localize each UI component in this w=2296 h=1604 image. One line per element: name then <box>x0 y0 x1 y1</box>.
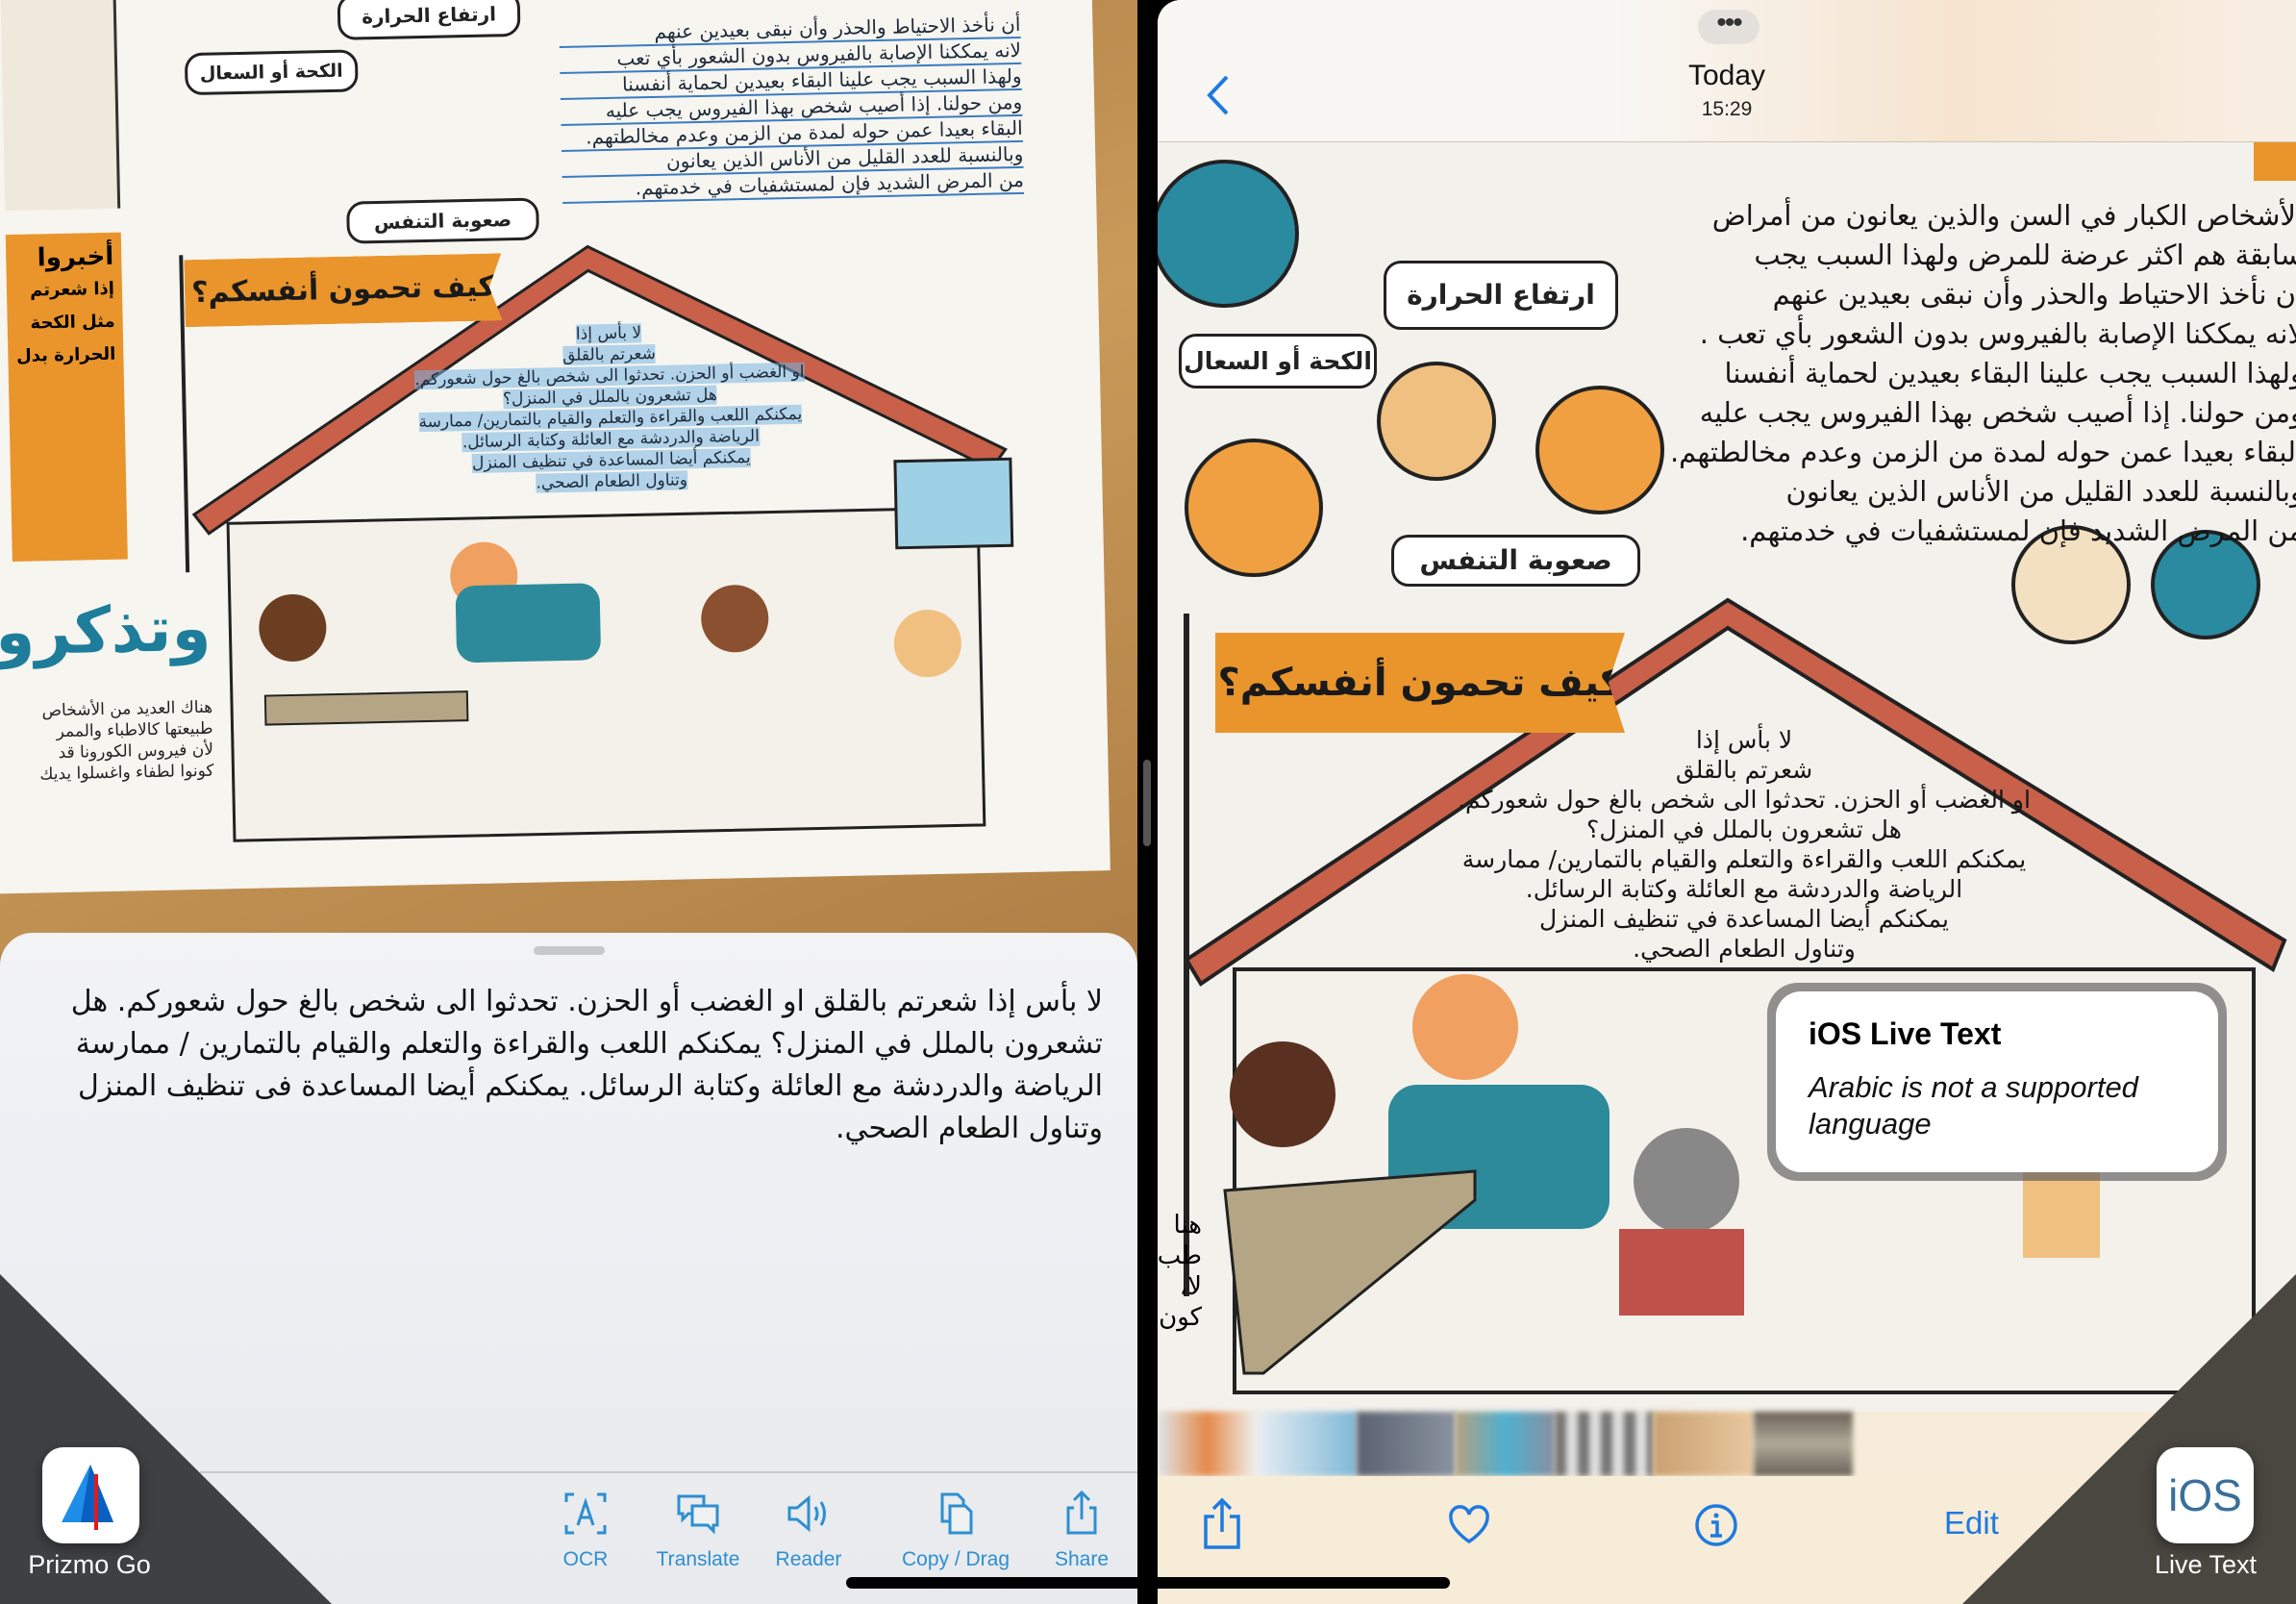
thumbnail[interactable] <box>1455 1412 1556 1476</box>
translate-icon <box>677 1494 719 1535</box>
copy-drag-button[interactable]: Copy / Drag <box>893 1481 1018 1571</box>
prizmo-go-app-icon <box>42 1447 139 1543</box>
detected-text-block: لا بأس إذا شعرتم بالقلق او الغضب أو الحز… <box>383 318 838 497</box>
photo-time: 15:29 <box>1701 98 1753 120</box>
back-chevron-icon[interactable] <box>1204 73 1233 117</box>
thumbnail[interactable] <box>1257 1412 1357 1476</box>
popup-message: Arabic is not a supported language <box>1809 1070 2138 1140</box>
text-line: وتناول الطعام الصحي. <box>536 470 688 493</box>
thumbnail[interactable] <box>1753 1412 1853 1476</box>
text-line: طب <box>1158 1241 1202 1270</box>
text-line: لا بأس إذا <box>1695 726 1793 754</box>
speech-bubble-fever: ارتفاع الحرارة <box>1384 261 1618 330</box>
text-line: البقاء بعيدا عمن حوله لمدة من الزمن وعدم… <box>1669 436 2296 468</box>
text-line: وتناول الطعام الصحي. <box>1633 935 1856 963</box>
photos-nav-bar: ••• Today 15:29 <box>1158 0 2296 142</box>
reader-button[interactable]: Reader <box>756 1481 861 1571</box>
thumbnail[interactable] <box>1356 1412 1456 1476</box>
split-view-handle[interactable] <box>1143 760 1151 846</box>
text-line: شعرتم بالقلق <box>1675 756 1813 784</box>
share-icon <box>1066 1491 1097 1535</box>
highlighted-paragraph: أن نأخذ الاحتياط والحذر وأن نبقى بعيدين … <box>559 12 1025 204</box>
photo-date: Today <box>1687 60 1766 91</box>
text-line: ولهذا السبب يجب علينا البقاء بعيدين لحما… <box>1724 357 2296 389</box>
text-line: الرياضة والدردشة مع العائلة وكتابة الرسا… <box>1525 875 1963 903</box>
thumbnail[interactable] <box>1555 1412 1655 1476</box>
banner-title: كيف تحمون أنفسكم؟ <box>184 253 502 327</box>
heart-icon[interactable] <box>1448 1505 1490 1545</box>
text-line: لا، <box>1179 1272 1202 1301</box>
text-line: هل تشعرون بالملل في المنزل؟ <box>1586 815 1902 843</box>
ocr-icon <box>564 1492 607 1535</box>
text-line: شعرتم بالقلق <box>562 343 657 365</box>
info-icon[interactable] <box>1694 1503 1738 1547</box>
share-button[interactable]: Share <box>1029 1481 1135 1571</box>
document-page: أخبروا إذا شعرتم مثل الكحة الحرارة بدل و… <box>0 0 1111 894</box>
edit-button[interactable]: Edit <box>1944 1505 1999 1541</box>
text-line: لا بأس إذا <box>575 323 642 344</box>
live-text-label: Live Text <box>2154 1550 2258 1579</box>
text-line: كون <box>1159 1303 1202 1332</box>
photo-view: الأشخاص الكبار في السن والذين يعانون من … <box>1158 142 2296 1412</box>
popup-title: iOS Live Text <box>1809 1016 2002 1051</box>
ocr-label: OCR <box>562 1548 609 1570</box>
home-indicator[interactable] <box>846 1577 1450 1589</box>
thumbnail[interactable] <box>1654 1412 1754 1476</box>
sheet-grabber[interactable] <box>534 946 605 955</box>
center-text: لا بأس إذا شعرتم بالقلق او الغضب أو الحز… <box>1427 725 2061 964</box>
text-line: او الغضب أو الحزن. تحدثوا الى شخص بالغ ح… <box>1458 786 2031 814</box>
thumbnail[interactable] <box>1158 1412 1258 1476</box>
translate-button[interactable]: Translate <box>645 1481 751 1571</box>
side-fragments: هنا طب لا، كون <box>1158 1210 1202 1333</box>
share-icon[interactable] <box>1202 1497 1242 1551</box>
banner-title: كيف تحمون أنفسكم؟ <box>1215 633 1625 733</box>
photos-pane: الأشخاص الكبار في السن والذين يعانون من … <box>1158 0 2296 1604</box>
live-text-popup: iOS Live Text Arabic is not a supported … <box>1767 983 2227 1181</box>
ios-live-text-icon: iOS <box>2157 1447 2254 1543</box>
popup-card: iOS Live Text Arabic is not a supported … <box>1776 991 2218 1172</box>
text-line: يمكنكم اللعب والقراءة والتعلم والقيام با… <box>1461 845 2027 873</box>
reader-label: Reader <box>775 1548 842 1570</box>
text-line: يمكنكم أيضا المساعدة في تنظيف المنزل <box>1539 905 1949 933</box>
text-line: وبالنسبة للعدد القليل من الأناس الذين يع… <box>1785 475 2296 508</box>
photo-paragraph: الأشخاص الكبار في السن والذين يعانون من … <box>1438 196 2296 551</box>
thumbnail-strip[interactable] <box>1158 1412 1853 1476</box>
text-line: هنا <box>1173 1211 1202 1240</box>
camera-photo: أخبروا إذا شعرتم مثل الكحة الحرارة بدل و… <box>0 0 1137 952</box>
speech-bubble-breathing: صعوبة التنفس <box>1391 535 1640 587</box>
text-line: الأشخاص الكبار في السن والذين يعانون من … <box>1711 199 2296 232</box>
copy-icon <box>940 1492 973 1535</box>
speech-bubble-cough: الكحة أو السعال <box>1179 334 1377 388</box>
copy-drag-label: Copy / Drag <box>901 1548 1011 1570</box>
speaker-icon <box>787 1494 826 1533</box>
prizmo-go-label: Prizmo Go <box>28 1550 151 1579</box>
recognized-text[interactable]: لا بأس إذا شعرتم بالقلق او الغضب أو الحز… <box>26 981 1103 1150</box>
prizmo-go-pane: أخبروا إذا شعرتم مثل الكحة الحرارة بدل و… <box>0 0 1137 1604</box>
translate-label: Translate <box>656 1548 740 1570</box>
multitasking-dots-icon[interactable]: ••• <box>1698 9 1759 44</box>
toolbar-divider <box>200 1471 1137 1473</box>
text-line: ومن حولنا. إذا أصيب شخص بهذا الفيروس يجب… <box>1699 396 2296 429</box>
ocr-button[interactable]: OCR <box>533 1481 638 1571</box>
share-label: Share <box>1054 1548 1110 1570</box>
